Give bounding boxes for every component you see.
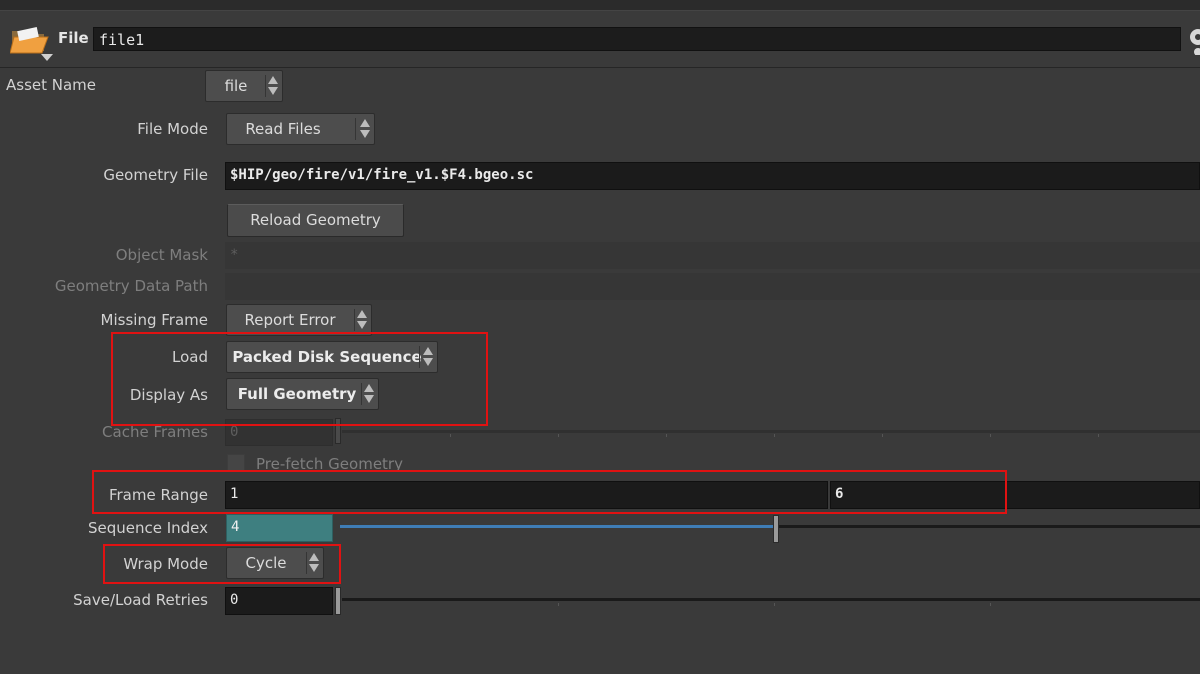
node-name-input[interactable]: file1 — [93, 27, 1181, 51]
highlight-box-load — [111, 332, 488, 426]
slider-tick — [1098, 434, 1099, 437]
save-load-retries-slider-track[interactable] — [342, 598, 1200, 601]
chevron-down-icon[interactable] — [41, 54, 53, 61]
sequence-index-slider-handle[interactable] — [773, 515, 779, 543]
slider-tick — [882, 434, 883, 437]
save-load-retries-input[interactable]: 0 — [225, 587, 333, 615]
geometry-data-path-label: Geometry Data Path — [54, 277, 208, 295]
up-down-arrows-icon — [266, 74, 280, 98]
slider-tick — [990, 603, 991, 606]
up-down-arrows-icon — [358, 117, 372, 141]
slider-tick — [774, 434, 775, 437]
top-strip — [0, 0, 1200, 11]
slider-tick — [450, 434, 451, 437]
object-mask-input[interactable]: * — [225, 242, 1200, 269]
asset-name-value: file — [224, 77, 248, 95]
slider-tick — [774, 603, 775, 606]
geometry-file-label: Geometry File — [103, 166, 208, 184]
gear-icon[interactable] — [1186, 25, 1200, 55]
asset-name-menu[interactable]: file — [205, 70, 283, 102]
missing-frame-value: Report Error — [244, 311, 336, 329]
geometry-data-path-input[interactable] — [225, 273, 1200, 300]
slider-tick — [990, 434, 991, 437]
asset-name-label: Asset Name — [6, 76, 97, 94]
missing-frame-label: Missing Frame — [100, 311, 208, 329]
reload-geometry-button[interactable]: Reload Geometry — [227, 204, 404, 237]
save-load-retries-slider-handle[interactable] — [335, 587, 341, 615]
highlight-box-frame-range — [92, 470, 1007, 514]
slider-tick — [558, 434, 559, 437]
file-mode-value: Read Files — [245, 120, 321, 138]
highlight-box-wrap-mode — [103, 544, 341, 584]
slider-tick — [666, 434, 667, 437]
up-down-arrows-icon — [355, 308, 369, 332]
sequence-index-slider-fill — [340, 525, 775, 528]
sequence-index-label: Sequence Index — [87, 519, 208, 537]
cache-frames-slider-track[interactable] — [342, 430, 1200, 433]
node-type-label: File — [58, 29, 89, 47]
file-mode-menu[interactable]: Read Files — [226, 113, 375, 145]
slider-tick — [558, 603, 559, 606]
folder-icon — [10, 27, 49, 54]
menu-separator — [355, 118, 356, 140]
geometry-file-input[interactable]: $HIP/geo/fire/v1/fire_v1.$F4.bgeo.sc — [225, 162, 1200, 190]
object-mask-label: Object Mask — [115, 246, 208, 264]
node-header: File file1 — [0, 11, 1200, 68]
save-load-retries-label: Save/Load Retries — [73, 591, 208, 609]
sequence-index-input[interactable]: 4 — [226, 514, 333, 542]
file-mode-label: File Mode — [137, 120, 208, 138]
